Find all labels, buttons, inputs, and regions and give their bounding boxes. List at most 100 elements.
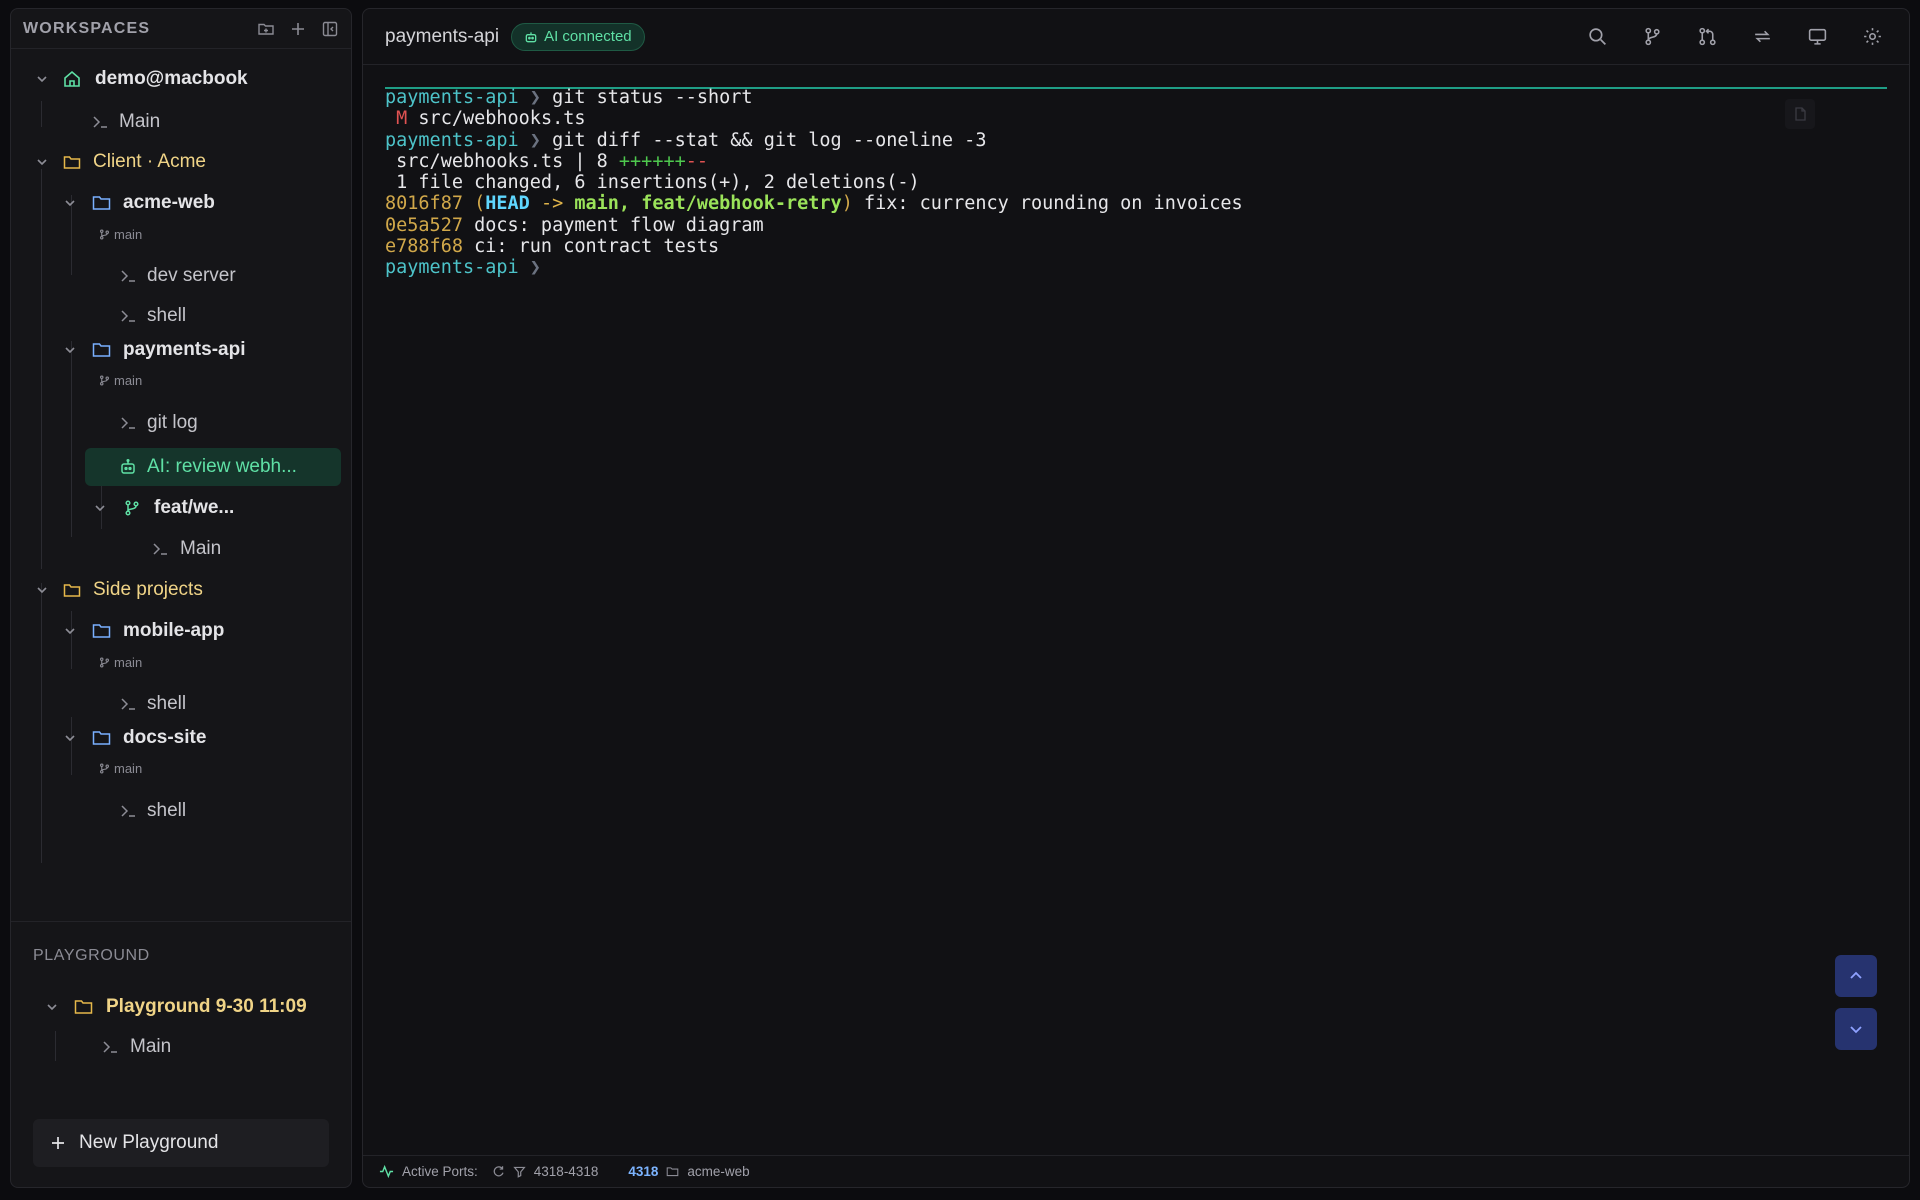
head-ref: HEAD bbox=[485, 193, 530, 215]
session-label: shell bbox=[147, 693, 187, 714]
tree-project-docs-site[interactable]: docs-site bbox=[11, 723, 351, 753]
ai-status-badge[interactable]: AI connected bbox=[511, 22, 645, 51]
bot-icon bbox=[524, 30, 538, 44]
scroll-up-button[interactable] bbox=[1835, 955, 1877, 997]
scroll-down-button[interactable] bbox=[1835, 1008, 1877, 1050]
terminal-icon bbox=[101, 1038, 119, 1056]
git-branch-icon bbox=[99, 229, 110, 240]
prompt: payments-api bbox=[385, 87, 519, 108]
new-folder-icon[interactable] bbox=[257, 20, 275, 38]
session-item-main[interactable]: Main bbox=[11, 107, 351, 137]
add-icon[interactable] bbox=[289, 20, 307, 38]
port-number[interactable]: 4318 bbox=[628, 1164, 658, 1179]
chevron-down-icon[interactable] bbox=[63, 731, 77, 745]
folder-icon bbox=[91, 621, 112, 641]
diffstat-insertions: ++++++ bbox=[618, 150, 686, 172]
git-branch-icon bbox=[123, 499, 141, 517]
monitor-icon[interactable] bbox=[1807, 26, 1828, 47]
terminal-toolbar: payments-api AI connected bbox=[363, 9, 1909, 65]
session-label: shell bbox=[147, 800, 187, 821]
session-item-shell[interactable]: shell bbox=[11, 301, 351, 331]
chevron-down-icon[interactable] bbox=[63, 196, 77, 210]
chevron-down-icon[interactable] bbox=[63, 624, 77, 638]
new-playground-button[interactable]: New Playground bbox=[33, 1119, 329, 1167]
git-branch-icon bbox=[99, 375, 110, 386]
tree-group-client-acme[interactable]: Client · Acme bbox=[11, 147, 351, 177]
worktree-label: feat/we... bbox=[154, 497, 235, 518]
terminal-icon bbox=[119, 802, 137, 820]
project-label: docs-site bbox=[123, 727, 207, 748]
chevron-down-icon[interactable] bbox=[63, 343, 77, 357]
session-item-ai-review[interactable]: AI: review webh... bbox=[11, 448, 351, 486]
terminal-line: payments-api ❯ git diff --stat && git lo… bbox=[385, 129, 987, 151]
branch-indicator: main bbox=[99, 655, 142, 670]
playground-folder-label: Playground 9-30 11:09 bbox=[106, 996, 307, 1017]
chevron-down-icon[interactable] bbox=[93, 501, 107, 515]
port-range: 4318-4318 bbox=[533, 1164, 599, 1179]
search-icon[interactable] bbox=[1587, 26, 1608, 47]
divider bbox=[11, 921, 351, 922]
branch-indicator: main bbox=[99, 227, 142, 242]
branch-name: main bbox=[114, 227, 143, 242]
tree-project-acme-web[interactable]: acme-web bbox=[11, 188, 351, 218]
branch-name: main bbox=[114, 761, 143, 776]
commit-hash: 8016f87 bbox=[385, 193, 463, 215]
folder-icon bbox=[91, 340, 112, 360]
refresh-icon[interactable] bbox=[492, 1165, 505, 1178]
terminal-line: payments-api ❯ git status --short bbox=[385, 87, 753, 108]
session-item-dev-server[interactable]: dev server bbox=[11, 261, 351, 291]
session-label: dev server bbox=[147, 265, 236, 286]
bot-icon bbox=[119, 458, 137, 476]
git-branch-icon bbox=[99, 657, 110, 668]
ai-status-label: AI connected bbox=[544, 28, 632, 45]
plus-icon bbox=[49, 1134, 67, 1152]
sidebar-header: WORKSPACES bbox=[11, 9, 351, 49]
commit-message: ci: run contract tests bbox=[462, 236, 720, 258]
chevron-down-icon[interactable] bbox=[35, 72, 49, 86]
terminal-icon bbox=[91, 113, 109, 131]
host-label: demo@macbook bbox=[95, 68, 248, 89]
chevron-up-icon bbox=[1848, 968, 1864, 984]
branch-indicator: main bbox=[99, 761, 142, 776]
workspaces-sidebar: WORKSPACES demo@macbook Main Client · Ac… bbox=[10, 8, 352, 1188]
pull-request-icon[interactable] bbox=[1697, 26, 1718, 47]
prompt: payments-api bbox=[385, 257, 519, 279]
group-label: Side projects bbox=[93, 579, 203, 600]
playground-folder[interactable]: Playground 9-30 11:09 bbox=[11, 991, 351, 1023]
project-label: acme-web bbox=[123, 192, 215, 213]
tree-worktree-feat[interactable]: feat/we... bbox=[11, 493, 351, 523]
commit-hash: 0e5a527 bbox=[385, 214, 463, 236]
collapse-sidebar-icon[interactable] bbox=[321, 20, 339, 38]
gear-icon[interactable] bbox=[1862, 26, 1883, 47]
chevron-down-icon[interactable] bbox=[35, 583, 49, 597]
diffstat: src/webhooks.ts | 8 bbox=[385, 150, 619, 172]
git-branch-icon[interactable] bbox=[1642, 26, 1663, 47]
filter-icon[interactable] bbox=[513, 1165, 526, 1178]
playground-section-title: PLAYGROUND bbox=[33, 947, 150, 964]
tree-project-payments-api[interactable]: payments-api bbox=[11, 335, 351, 365]
folder-icon bbox=[666, 1165, 679, 1178]
session-label: shell bbox=[147, 305, 187, 326]
chevron-down-icon[interactable] bbox=[45, 1000, 59, 1014]
chevron-down-icon[interactable] bbox=[35, 155, 49, 169]
terminal-icon bbox=[119, 695, 137, 713]
tree-project-mobile-app[interactable]: mobile-app bbox=[11, 616, 351, 646]
terminal-output[interactable]: payments-api ❯ git status --short M src/… bbox=[385, 87, 1887, 279]
tree-group-side-projects[interactable]: Side projects bbox=[11, 575, 351, 605]
folder-icon bbox=[62, 152, 82, 172]
copy-icon[interactable] bbox=[1785, 99, 1815, 129]
terminal-line: src/webhooks.ts | 8 ++++++-- bbox=[385, 151, 1887, 172]
session-item-main[interactable]: Main bbox=[11, 1032, 351, 1062]
session-label: git log bbox=[147, 412, 198, 433]
session-item-shell[interactable]: shell bbox=[11, 689, 351, 719]
sync-icon[interactable] bbox=[1752, 26, 1773, 47]
tree-item-host[interactable]: demo@macbook bbox=[11, 65, 351, 95]
terminal-icon bbox=[119, 307, 137, 325]
session-item-main[interactable]: Main bbox=[11, 534, 351, 564]
commit-message: fix: currency rounding on invoices bbox=[852, 193, 1243, 215]
session-item-shell[interactable]: shell bbox=[11, 796, 351, 826]
terminal-line: M src/webhooks.ts bbox=[385, 108, 1887, 129]
session-item-git-log[interactable]: git log bbox=[11, 408, 351, 438]
home-icon bbox=[62, 69, 82, 89]
command: git diff --stat && git log --oneline -3 bbox=[552, 129, 987, 151]
